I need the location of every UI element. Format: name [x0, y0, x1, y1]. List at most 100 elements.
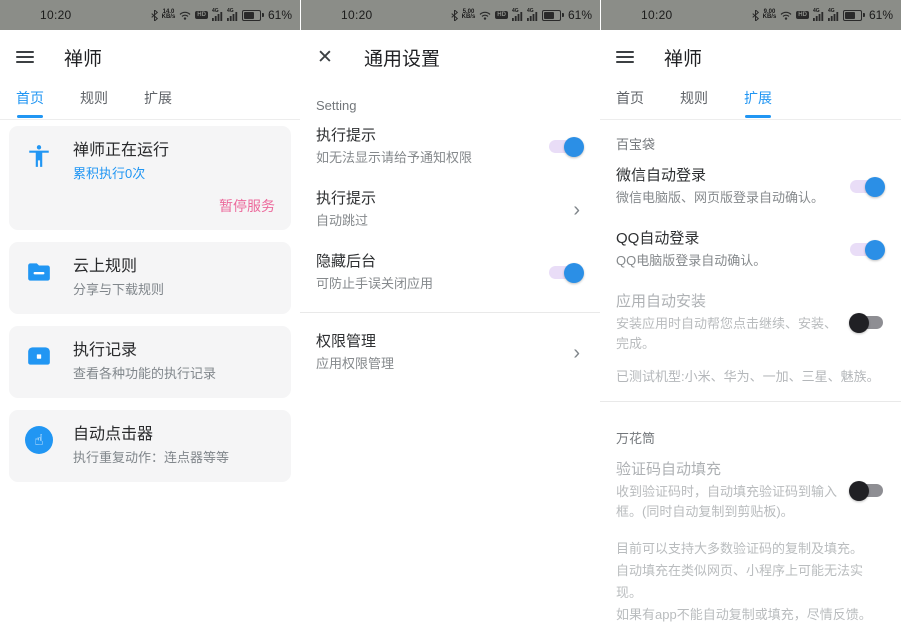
- tab-bar: 首页 规则 扩展: [0, 80, 300, 120]
- folder-icon: [25, 258, 53, 286]
- app-title: 禅师: [664, 44, 702, 71]
- auto-clicker-card[interactable]: ☝ 自动点击器 执行重复动作：连点器等等: [9, 410, 291, 482]
- general-settings-screen: 10:20 5.00KB/s HD 4G 4G 61% ✕ 通用设置 Setti…: [300, 0, 600, 641]
- tab-home[interactable]: 首页: [616, 80, 644, 108]
- signal-icon-1: 4G: [512, 9, 523, 21]
- setting-row-exec-tip-notify[interactable]: 执行提示 如无法显示请给予通知权限: [300, 115, 600, 178]
- toggle-exec-tip[interactable]: [548, 137, 584, 157]
- row-subtitle: 应用权限管理: [316, 354, 557, 374]
- row-subtitle: 安装应用时自动帮您点击继续、安装、完成。: [616, 314, 837, 354]
- execution-log-card[interactable]: 执行记录 查看各种功能的执行记录: [9, 326, 291, 398]
- signal-icon-2: 4G: [527, 9, 538, 21]
- status-icons: 14.0KB/s HD 4G 4G 61%: [151, 8, 292, 22]
- accessibility-icon: [25, 142, 53, 170]
- section-label-kaleidoscope: 万花筒: [600, 410, 901, 449]
- row-title: 执行提示: [316, 188, 557, 210]
- row-subtitle: QQ电脑版登录自动确认。: [616, 251, 837, 271]
- row-title: 隐藏后台: [316, 251, 536, 273]
- battery-percent: 61%: [869, 8, 893, 22]
- card-subtitle: 执行重复动作：连点器等等: [73, 448, 229, 468]
- chevron-right-icon: ›: [569, 200, 584, 220]
- divider: [300, 312, 600, 313]
- tab-rules[interactable]: 规则: [80, 80, 108, 108]
- toggle-sms-code-autofill[interactable]: [849, 481, 885, 501]
- note-line: 如果有app不能自动复制或填充，尽情反馈。: [616, 604, 885, 626]
- bluetooth-icon: [451, 10, 458, 21]
- app-bar: 禅师: [600, 30, 901, 80]
- status-time: 10:20: [641, 8, 673, 22]
- section-label-setting: Setting: [300, 80, 600, 115]
- app-title: 禅师: [64, 44, 102, 71]
- tab-extensions[interactable]: 扩展: [744, 80, 772, 118]
- row-subtitle: 如无法显示请给予通知权限: [316, 148, 536, 168]
- row-title: QQ自动登录: [616, 228, 837, 250]
- app-bar: ✕ 通用设置: [300, 30, 600, 80]
- tab-home[interactable]: 首页: [16, 80, 44, 118]
- setting-row-exec-tip-skip[interactable]: 执行提示 自动跳过 ›: [300, 178, 600, 241]
- record-icon: [25, 342, 53, 370]
- note-line: 自动填充在类似网页、小程序上可能无法实现。: [616, 560, 885, 604]
- pause-service-button[interactable]: 暂停服务: [25, 196, 275, 216]
- row-title: 应用自动安装: [616, 291, 837, 313]
- status-icons: 9.00KB/s HD 4G 4G 61%: [752, 8, 893, 22]
- status-bar: 10:20 5.00KB/s HD 4G 4G 61%: [300, 0, 600, 30]
- battery-icon: [242, 10, 261, 21]
- toggle-qq-autologin[interactable]: [849, 240, 885, 260]
- row-subtitle: 收到验证码时，自动填充验证码到输入框。(同时自动复制到剪贴板)。: [616, 482, 837, 522]
- home-screen: 10:20 14.0KB/s HD 4G 4G 61% 禅师 首页 规则 扩展: [0, 0, 300, 641]
- extensions-screen: 10:20 9.00KB/s HD 4G 4G 61% 禅师 首页 规则 扩展 …: [600, 0, 901, 641]
- setting-row-qq-autologin[interactable]: QQ自动登录 QQ电脑版登录自动确认。: [600, 218, 901, 281]
- tab-rules[interactable]: 规则: [680, 80, 708, 108]
- hd-badge: HD: [796, 11, 809, 19]
- battery-percent: 61%: [268, 8, 292, 22]
- battery-percent: 61%: [568, 8, 592, 22]
- setting-row-sms-code-autofill[interactable]: 验证码自动填充 收到验证码时，自动填充验证码到输入框。(同时自动复制到剪贴板)。: [600, 449, 901, 532]
- toggle-hide-background[interactable]: [548, 263, 584, 283]
- card-title: 云上规则: [73, 256, 164, 278]
- wifi-icon: [479, 11, 491, 20]
- status-bar: 10:20 14.0KB/s HD 4G 4G 61%: [0, 0, 300, 30]
- chevron-right-icon: ›: [569, 343, 584, 363]
- setting-row-hide-background[interactable]: 隐藏后台 可防止手误关闭应用: [300, 241, 600, 304]
- battery-nub: [262, 13, 264, 17]
- signal-icon-1: 4G: [813, 9, 824, 21]
- cloud-rules-card[interactable]: 云上规则 分享与下载规则: [9, 242, 291, 314]
- setting-row-wechat-autologin[interactable]: 微信自动登录 微信电脑版、网页版登录自动确认。: [600, 155, 901, 218]
- running-status-card[interactable]: 禅师正在运行 累积执行0次 暂停服务: [9, 126, 291, 230]
- status-icons: 5.00KB/s HD 4G 4G 61%: [451, 8, 592, 22]
- divider: [600, 401, 901, 402]
- hd-badge: HD: [495, 11, 508, 19]
- menu-icon[interactable]: [16, 51, 34, 63]
- tab-bar: 首页 规则 扩展: [600, 80, 901, 120]
- signal-icon-2: 4G: [227, 9, 238, 21]
- toggle-wechat-autologin[interactable]: [849, 177, 885, 197]
- close-icon[interactable]: ✕: [316, 46, 334, 69]
- status-time: 10:20: [40, 8, 72, 22]
- running-title: 禅师正在运行: [73, 140, 169, 162]
- autofill-description: 目前可以支持大多数验证码的复制及填充。 自动填充在类似网页、小程序上可能无法实现…: [600, 532, 901, 632]
- setting-row-auto-install[interactable]: 应用自动安装 安装应用时自动帮您点击继续、安装、完成。: [600, 281, 901, 364]
- signal-icon-2: 4G: [828, 9, 839, 21]
- wifi-icon: [179, 11, 191, 20]
- tab-extensions[interactable]: 扩展: [144, 80, 172, 108]
- network-speed: 9.00KB/s: [763, 10, 777, 20]
- battery-nub: [863, 13, 865, 17]
- setting-row-permissions[interactable]: 权限管理 应用权限管理 ›: [300, 321, 600, 384]
- row-subtitle: 可防止手误关闭应用: [316, 274, 536, 294]
- bluetooth-icon: [752, 10, 759, 21]
- screenshot-strip: 10:20 14.0KB/s HD 4G 4G 61% 禅师 首页 规则 扩展: [0, 0, 901, 641]
- row-subtitle: 自动跳过: [316, 211, 557, 231]
- row-subtitle: 微信电脑版、网页版登录自动确认。: [616, 188, 837, 208]
- page-title: 通用设置: [364, 44, 440, 71]
- menu-icon[interactable]: [616, 51, 634, 63]
- row-title: 验证码自动填充: [616, 459, 837, 481]
- tested-models-note: 已测试机型:小米、华为、一加、三星、魅族。: [600, 364, 901, 393]
- toggle-auto-install[interactable]: [849, 313, 885, 333]
- card-subtitle: 查看各种功能的执行记录: [73, 364, 216, 384]
- run-count: 累积执行0次: [73, 164, 169, 184]
- hd-badge: HD: [195, 11, 208, 19]
- network-speed: 14.0KB/s: [162, 10, 176, 20]
- tap-icon: ☝: [25, 426, 53, 454]
- bluetooth-icon: [151, 10, 158, 21]
- row-title: 权限管理: [316, 331, 557, 353]
